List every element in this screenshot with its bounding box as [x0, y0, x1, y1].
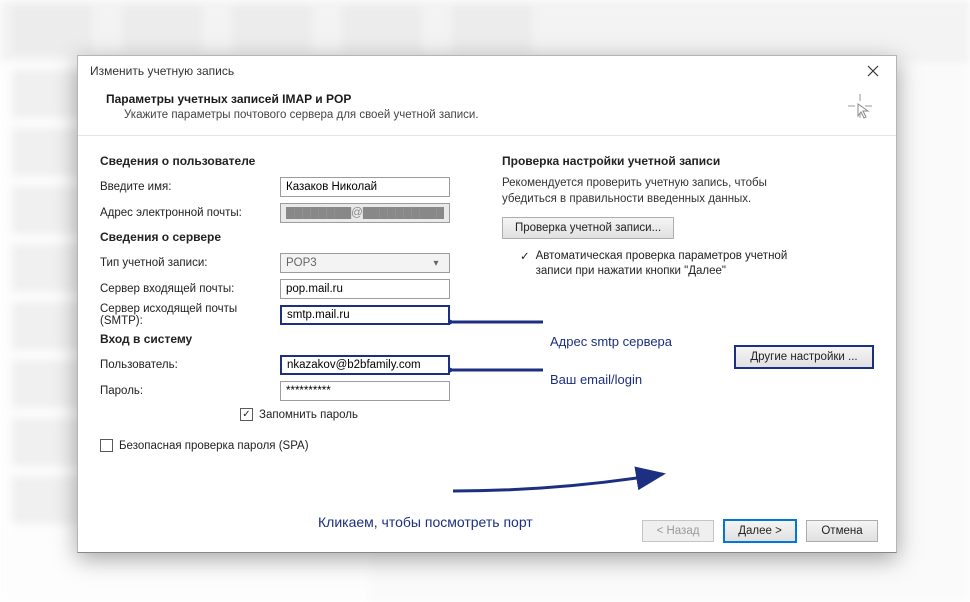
- chevron-down-icon: ▾: [428, 258, 444, 269]
- label-name: Введите имя:: [100, 181, 280, 193]
- annotation-smtp: Адрес smtp сервера: [550, 334, 672, 349]
- test-account-button[interactable]: Проверка учетной записи...: [502, 217, 674, 239]
- auto-test-label: Автоматическая проверка параметров учетн…: [536, 249, 790, 279]
- test-description: Рекомендуется проверить учетную запись, …: [502, 176, 782, 207]
- account-type-value: POP3: [286, 257, 317, 269]
- dialog-titlebar: Изменить учетную запись: [78, 56, 896, 86]
- dialog-footer: < Назад Далее > Отмена: [642, 520, 878, 542]
- annotation-email: Ваш email/login: [550, 372, 642, 387]
- header-subtitle: Укажите параметры почтового сервера для …: [106, 109, 479, 121]
- label-user: Пользователь:: [100, 359, 280, 371]
- incoming-server-field[interactable]: [280, 279, 450, 299]
- spa-label: Безопасная проверка пароля (SPA): [119, 440, 309, 452]
- dialog-header: Параметры учетных записей IMAP и POP Ука…: [78, 86, 896, 136]
- label-account-type: Тип учетной записи:: [100, 257, 280, 269]
- label-email: Адрес электронной почты:: [100, 207, 280, 219]
- cancel-button[interactable]: Отмена: [806, 520, 878, 542]
- remember-password-checkbox[interactable]: ✓: [240, 408, 253, 421]
- next-button[interactable]: Далее >: [724, 520, 796, 542]
- auto-test-checkbox[interactable]: ✓: [520, 249, 530, 263]
- back-button: < Назад: [642, 520, 714, 542]
- arrow-icon: [448, 466, 668, 496]
- outgoing-server-field[interactable]: [280, 305, 450, 325]
- header-title: Параметры учетных записей IMAP и POP: [106, 92, 479, 106]
- password-field[interactable]: [280, 381, 450, 401]
- account-type-select: POP3 ▾: [280, 253, 450, 273]
- email-field: [280, 203, 450, 223]
- annotation-click: Кликаем, чтобы посмотреть порт: [318, 514, 533, 530]
- close-icon[interactable]: [850, 56, 896, 86]
- account-settings-dialog: Изменить учетную запись Параметры учетны…: [77, 55, 897, 553]
- dialog-title: Изменить учетную запись: [90, 64, 234, 78]
- label-incoming: Сервер входящей почты:: [100, 283, 280, 295]
- remember-password-label: Запомнить пароль: [259, 409, 358, 421]
- section-user-info: Сведения о пользователе: [100, 154, 472, 168]
- section-server-info: Сведения о сервере: [100, 230, 472, 244]
- spa-checkbox[interactable]: [100, 439, 113, 452]
- section-test-info: Проверка настройки учетной записи: [502, 154, 874, 168]
- username-field[interactable]: [280, 355, 450, 375]
- label-outgoing: Сервер исходящей почты (SMTP):: [100, 303, 280, 327]
- name-field[interactable]: [280, 177, 450, 197]
- other-settings-button[interactable]: Другие настройки ...: [734, 345, 874, 369]
- section-login-info: Вход в систему: [100, 332, 472, 346]
- label-password: Пароль:: [100, 385, 280, 397]
- wizard-cursor-icon: [846, 92, 874, 120]
